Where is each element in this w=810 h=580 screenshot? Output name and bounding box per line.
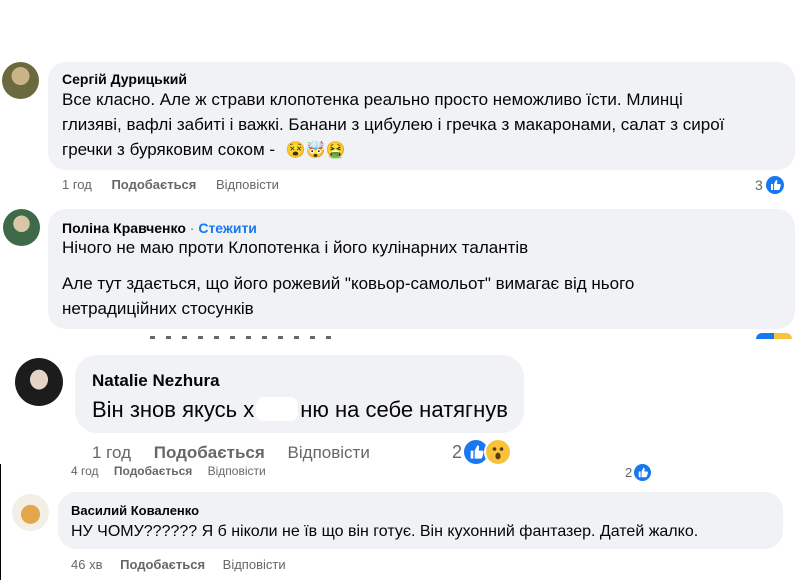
reply-button[interactable]: Відповісти [223,557,286,572]
comment-text-line: Він знов якусь х ню на себе натягнув [92,397,508,423]
dizzy-face-emoji: 😵 [285,142,306,159]
reply-button[interactable]: Відповісти [216,177,279,192]
reaction-count: 2 [625,465,633,480]
divider [0,464,1,580]
like-button[interactable]: Подобається [154,443,265,463]
censored-word [256,397,299,421]
separator: · [189,220,195,236]
avatar[interactable] [12,494,49,531]
comment-author-row: Поліна Кравченко · Стежити [62,220,257,236]
comment-time[interactable]: 1 год [92,443,131,463]
comment-time[interactable]: 1 год [62,177,92,192]
comment-text-line: Нічого не маю проти Клопотенка і його ку… [62,238,529,257]
like-icon [632,462,654,483]
comment-text-line: нетрадиційних стосунків [62,299,254,318]
avatar[interactable] [3,209,40,246]
comment-author[interactable]: Поліна Кравченко [62,220,186,236]
like-button[interactable]: Подобається [120,557,205,572]
reaction-summary[interactable]: 2 [625,462,654,483]
comment-text-line: глизяві, вафлі забиті і важкі. Банани з … [62,115,725,134]
comment-actions: 1 год Подобається Відповісти [62,177,279,192]
follow-link[interactable]: Стежити [198,220,257,236]
comment-time[interactable]: 4 год [71,464,99,478]
like-icon [763,174,786,196]
comment-text: Він знов якусь х [92,397,255,422]
comment-text: гречки з буряковим соком - [62,140,276,159]
clipped-actions-remnant [150,336,340,339]
like-button[interactable]: Подобається [114,464,192,478]
comment-author[interactable]: Natalie Nezhura [92,371,220,391]
comment-actions: 4 год Подобається Відповісти [71,464,266,478]
reaction-count: 3 [755,177,763,193]
reply-button[interactable]: Відповісти [288,443,370,463]
comment-text-line: гречки з буряковим соком - 😵🤯🤮 [62,140,346,160]
vomiting-emoji: 🤮 [325,142,346,159]
reply-button[interactable]: Відповісти [208,464,266,478]
comment-author[interactable]: Сергій Дурицький [62,71,187,87]
reaction-count: 2 [452,441,463,462]
comment-text: ню на себе натягнув [300,397,508,422]
reaction-summary[interactable]: 2 [452,438,513,466]
exploding-head-emoji: 🤯 [305,142,326,159]
comment-time[interactable]: 46 хв [71,557,102,572]
reaction-summary[interactable]: 3 [755,174,786,196]
comment-actions: 46 хв Подобається Відповісти [71,557,286,572]
wow-icon [484,438,513,466]
comment-text-line: Але тут здається, що його рожевий "ковьо… [62,274,635,293]
avatar[interactable] [2,62,39,99]
comment-text-line: Все класно. Але ж страви клопотенка реал… [62,90,683,109]
avatar[interactable] [15,358,63,406]
comment-actions: 1 год Подобається Відповісти [92,443,370,463]
clipped-reactions-remnant [756,333,792,339]
comment-text-line: НУ ЧОМУ?????? Я б ніколи не їв що він го… [71,523,699,540]
like-button[interactable]: Подобається [111,177,196,192]
comment-author[interactable]: Василий Коваленко [71,503,199,518]
